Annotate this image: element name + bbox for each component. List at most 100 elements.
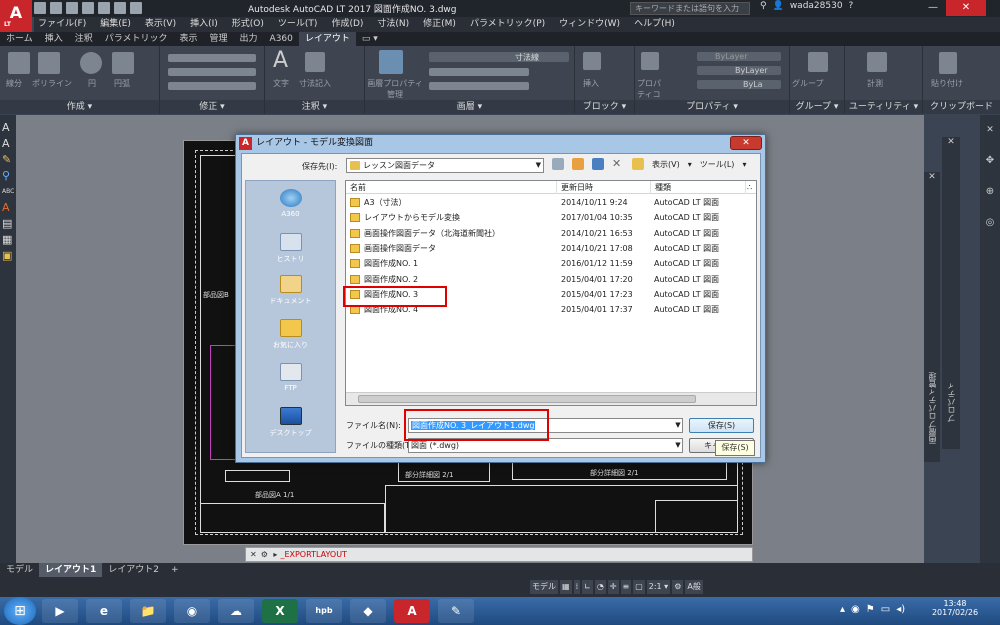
panel-title[interactable]: クリップボード [923, 100, 1000, 114]
measure-icon[interactable] [867, 52, 887, 72]
dimension-icon[interactable] [305, 52, 325, 72]
taskbar-clock[interactable]: 13:48 2017/02/26 [920, 599, 990, 617]
layer-tools2-icon[interactable] [429, 82, 529, 90]
model-space-button[interactable]: モデル [530, 580, 558, 594]
menu-item[interactable]: ウィンドウ(W) [559, 17, 620, 32]
panel-title[interactable]: ユーティリティ ▾ [845, 100, 922, 114]
abc-icon[interactable]: ABC [2, 187, 14, 197]
place-favorites[interactable]: お気に入り [246, 319, 335, 350]
pan-icon[interactable]: ✥ [980, 155, 1000, 166]
file-row[interactable]: 画面操作図面データ（北海道新聞社） 2014/10/21 16:53 AutoCAD… [346, 226, 756, 241]
taskbar-app-icon[interactable]: ◆ [350, 599, 386, 623]
ortho-icon[interactable]: ∟ [582, 580, 593, 594]
stretch-icon[interactable] [168, 82, 256, 90]
panel-title[interactable]: 修正 ▾ [160, 100, 264, 114]
save-icon[interactable] [66, 2, 78, 14]
ribbon-tab[interactable]: パラメトリック [99, 32, 174, 46]
annotation-scale[interactable]: 2:1 ▾ [646, 580, 671, 594]
search-web-icon[interactable] [592, 158, 604, 170]
properties-palette-label[interactable]: プロパティ [946, 382, 957, 422]
print-icon[interactable] [98, 2, 110, 14]
layer-palette-label[interactable]: 画層プロパティ管理 [927, 372, 938, 444]
autocad-logo-icon[interactable]: A LT [0, 0, 32, 32]
taskbar-hpb-icon[interactable]: hpb [306, 599, 342, 623]
redo-icon[interactable] [130, 2, 142, 14]
menu-item[interactable]: 寸法(N) [377, 17, 409, 32]
tools-menu[interactable]: ツール(L) [700, 159, 735, 170]
tray-flag-icon[interactable]: ⚑ [866, 604, 875, 615]
field-icon[interactable]: ▦ [2, 234, 14, 245]
group-icon[interactable] [808, 52, 828, 72]
ribbon-tab[interactable]: 表示 [174, 32, 204, 46]
ribbon-tab[interactable]: A360 [264, 32, 299, 46]
command-line[interactable]: ✕ ⚙ ▸ _EXPORTLAYOUT [245, 547, 753, 562]
tray-security-icon[interactable]: ◉ [851, 604, 860, 615]
workspace-icon[interactable]: ⚙ [672, 580, 684, 594]
ribbon-tab[interactable]: 挿入 [39, 32, 69, 46]
menu-item[interactable]: 形式(O) [232, 17, 264, 32]
new-folder-icon[interactable] [632, 158, 644, 170]
match-properties-icon[interactable] [641, 52, 659, 70]
copy-icon[interactable] [168, 68, 256, 76]
layout-tab[interactable]: + [165, 563, 185, 577]
layer-properties-icon[interactable] [379, 50, 403, 74]
mtext-icon[interactable]: ▣ [2, 250, 14, 261]
text-icon[interactable]: A [273, 48, 288, 73]
taskbar-cloud-icon[interactable]: ☁ [218, 599, 254, 623]
place-desktop[interactable]: デスクトップ [246, 407, 335, 438]
user-name[interactable]: wada28530 [790, 1, 843, 11]
place-ftp[interactable]: FTP [246, 363, 335, 392]
taskbar-chrome-icon[interactable]: ◉ [174, 599, 210, 623]
column-date[interactable]: 更新日時 [557, 181, 651, 194]
windows-start-icon[interactable]: ⊞ [4, 597, 36, 625]
tray-network-icon[interactable]: ▭ [881, 604, 890, 615]
menu-item[interactable]: 編集(E) [100, 17, 131, 32]
menu-item[interactable]: 修正(M) [423, 17, 456, 32]
taskbar-autocad-icon[interactable]: A [394, 599, 430, 623]
file-row[interactable]: A3（寸法） 2014/10/11 9:24 AutoCAD LT 図面 [346, 195, 756, 210]
panel-title[interactable]: 作成 ▾ [0, 100, 159, 114]
save-button[interactable]: 保存(S) [689, 418, 754, 433]
table-icon[interactable]: ▤ [2, 218, 14, 229]
panel-title[interactable]: プロパティ ▾ [635, 100, 789, 114]
menu-item[interactable]: 表示(V) [145, 17, 176, 32]
text-edit-icon[interactable]: A [2, 202, 14, 213]
save-in-dropdown[interactable]: レッスン図面データ ▼ [346, 158, 544, 173]
menu-item[interactable]: パラメトリック(P) [470, 17, 545, 32]
up-folder-icon[interactable] [572, 158, 584, 170]
layout-tab[interactable]: レイアウト1 [39, 563, 103, 577]
binoculars-icon[interactable]: ⚲ [760, 1, 767, 11]
file-row[interactable]: 図面作成NO. 1 2016/01/12 11:59 AutoCAD LT 図面 [346, 256, 756, 271]
chevron-down-icon[interactable]: ▼ [672, 438, 684, 453]
line-icon[interactable] [8, 52, 30, 74]
save-as-icon[interactable] [82, 2, 94, 14]
taskbar-media-icon[interactable]: ▶ [42, 599, 78, 623]
file-row[interactable]: 画面操作図面データ 2014/10/21 17:08 AutoCAD LT 図面 [346, 241, 756, 256]
place-documents[interactable]: ドキュメント [246, 275, 335, 306]
place-history[interactable]: ヒストリ [246, 233, 335, 264]
undo-icon[interactable] [114, 2, 126, 14]
snap-icon[interactable]: ⁞ [573, 580, 581, 594]
file-row[interactable]: 図面作成NO. 2 2015/04/01 17:20 AutoCAD LT 図面 [346, 272, 756, 287]
file-row[interactable]: レイアウトからモデル変換 2017/01/04 10:35 AutoCAD LT 図… [346, 210, 756, 225]
ime-indicator[interactable]: A般 [685, 580, 703, 594]
circle-icon[interactable] [80, 52, 102, 74]
move-icon[interactable] [168, 54, 256, 62]
polar-icon[interactable]: ◔ [594, 580, 606, 594]
ribbon-tab[interactable]: レイアウト [298, 32, 356, 46]
open-file-icon[interactable] [50, 2, 62, 14]
ribbon-tab[interactable]: ホーム [0, 32, 39, 46]
text-style-icon[interactable]: A [2, 138, 14, 149]
chevron-down-icon[interactable]: ▼ [672, 418, 684, 433]
minimize-button[interactable]: — [920, 0, 946, 16]
polyline-icon[interactable] [38, 52, 60, 74]
close-button[interactable]: ✕ [946, 0, 986, 16]
place-a360[interactable]: A360 [246, 189, 335, 218]
tray-up-icon[interactable]: ▴ [840, 604, 845, 615]
dialog-close-button[interactable]: ✕ [730, 136, 762, 150]
zoom-icon[interactable]: ⊕ [980, 186, 1000, 197]
delete-icon[interactable]: ✕ [612, 158, 624, 170]
close-icon[interactable]: ✕ [246, 550, 261, 559]
palette-close-icon[interactable]: ✕ [924, 172, 940, 182]
lineweight-icon[interactable]: ≡ [620, 580, 632, 594]
